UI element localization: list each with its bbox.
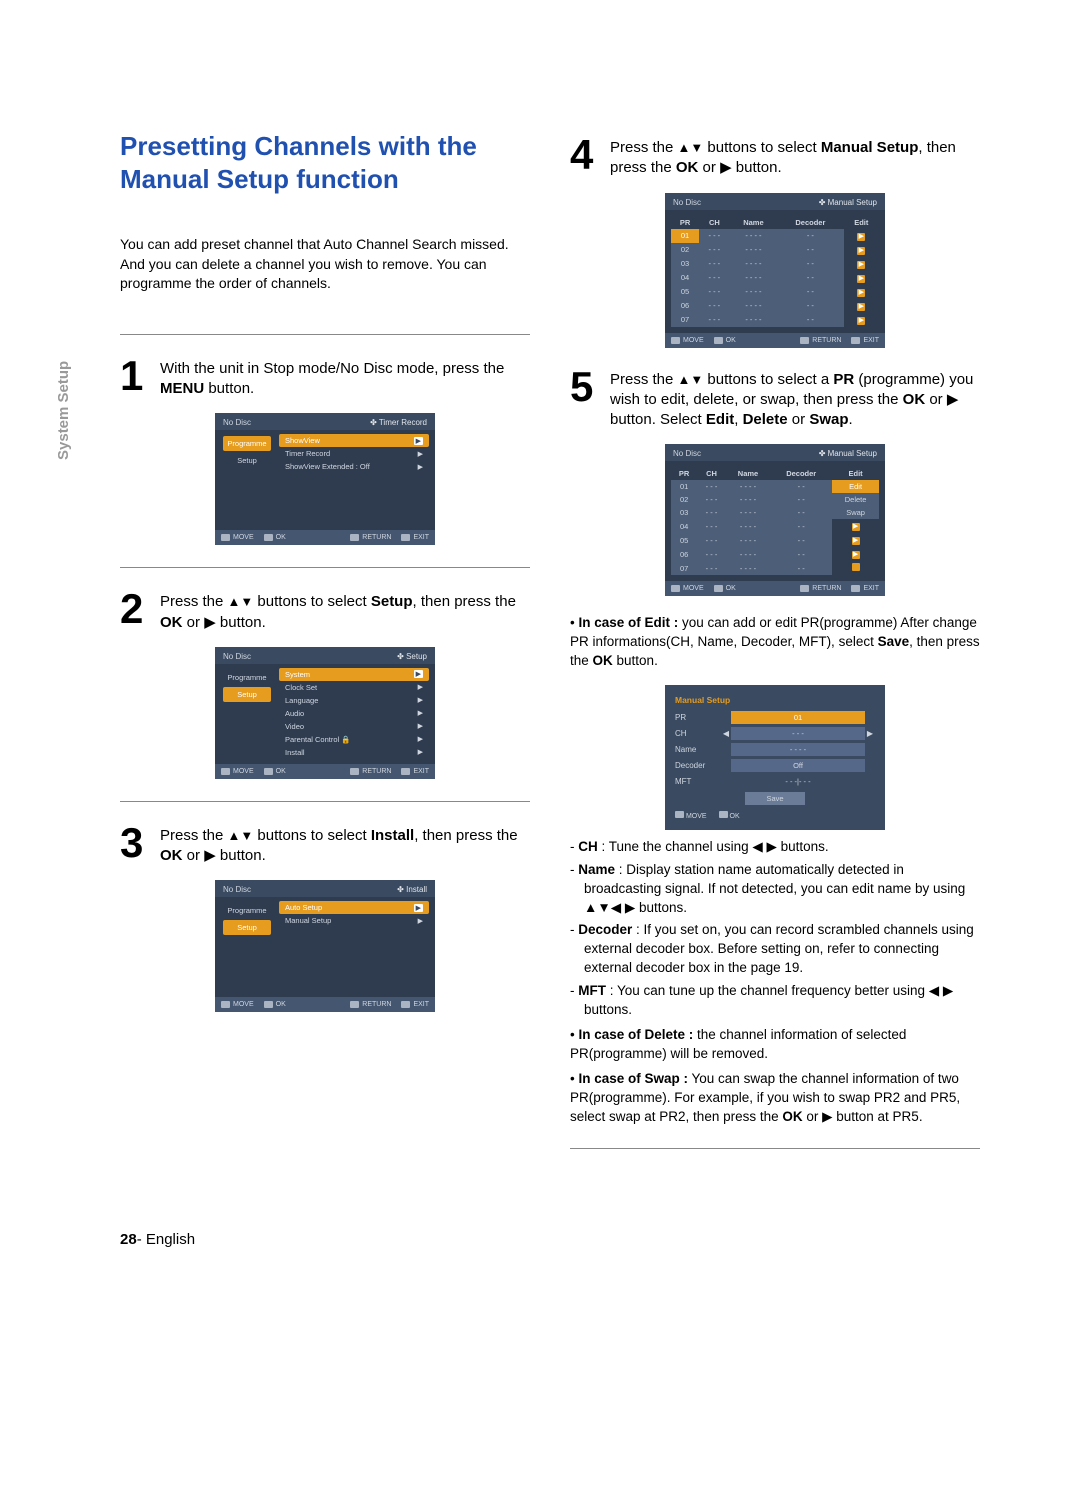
channel-table: PRCHNameDecoderEdit 01- - -- - - -- -Edi…: [671, 467, 879, 575]
step-text: Press the ▲▼ buttons to select Manual Se…: [610, 136, 980, 179]
osd-footer: MOVE OK RETURN EXIT: [215, 997, 435, 1012]
page-title: Presetting Channels with the Manual Setu…: [120, 130, 530, 195]
osd-nodisc: No Disc: [673, 198, 701, 207]
table-row: 05- - -- - - -- -▶: [671, 533, 879, 547]
step-4: 4 Press the ▲▼ buttons to select Manual …: [570, 136, 980, 179]
osd-install: No Disc ✤ Install Programme Setup Auto S…: [215, 880, 435, 1012]
osd-tab-programme: Programme: [223, 903, 271, 918]
osd-footer: MOVE OK RETURN EXIT: [215, 530, 435, 545]
osd-manual-setup-actions: No Disc ✤ Manual Setup PRCHNameDecoderEd…: [665, 444, 885, 596]
table-row: 06- - -- - - -- -▶: [671, 547, 879, 561]
divider: [120, 801, 530, 802]
note-swap: • In case of Swap : You can swap the cha…: [570, 1070, 980, 1127]
divider: [120, 334, 530, 335]
note-edit: • In case of Edit : you can add or edit …: [570, 614, 980, 671]
osd-breadcrumb: ✤ Manual Setup: [819, 198, 877, 207]
osd-item: Parental Control 🔒▶: [279, 733, 429, 746]
osd-item: System▶: [279, 668, 429, 681]
osd-footer: MOVE OK RETURN EXIT: [665, 333, 885, 348]
osd-breadcrumb: ✤ Install: [397, 885, 427, 894]
osd-nodisc: No Disc: [673, 449, 701, 458]
table-row: 01- - -- - - -- -Edit: [671, 480, 879, 493]
osd-tab-setup: Setup: [223, 920, 271, 935]
edit-row-mft: MFT- - -|- - -: [675, 775, 875, 788]
osd-footer: MOVE OK RETURN EXIT: [665, 581, 885, 596]
table-row: 03- - -- - - -- -Swap: [671, 506, 879, 519]
table-row: 07- - -- - - -- -: [671, 561, 879, 575]
step-3: 3 Press the ▲▼ buttons to select Install…: [120, 824, 530, 867]
step-number: 1: [120, 357, 150, 395]
osd-item: Audio▶: [279, 707, 429, 720]
step-text: With the unit in Stop mode/No Disc mode,…: [160, 357, 530, 400]
divider: [120, 567, 530, 568]
table-row: 04- - -- - - -- -▶: [671, 519, 879, 533]
table-row: 03- - -- - - -- -▶: [671, 257, 879, 271]
step-text: Press the ▲▼ buttons to select a PR (pro…: [610, 368, 980, 431]
osd-item: Manual Setup▶: [279, 914, 429, 927]
osd-item: Clock Set▶: [279, 681, 429, 694]
osd-breadcrumb: ✤ Timer Record: [370, 418, 427, 427]
channel-table: PRCHNameDecoderEdit 01- - -- - - -- -▶ 0…: [671, 216, 879, 327]
osd-item: Install▶: [279, 746, 429, 759]
table-row: 07- - -- - - -- -▶: [671, 313, 879, 327]
osd-timer-record: No Disc ✤ Timer Record Programme Setup S…: [215, 413, 435, 545]
osd-breadcrumb: ✤ Manual Setup: [819, 449, 877, 458]
edit-row-ch: CH◀- - -▶: [675, 727, 875, 740]
step-number: 4: [570, 136, 600, 174]
step-text: Press the ▲▼ buttons to select Install, …: [160, 824, 530, 867]
step-number: 3: [120, 824, 150, 862]
note-delete: • In case of Delete : the channel inform…: [570, 1026, 980, 1064]
desc-list: - CH : Tune the channel using ◀ ▶ button…: [570, 838, 980, 1020]
step-1: 1 With the unit in Stop mode/No Disc mod…: [120, 357, 530, 400]
osd-nodisc: No Disc: [223, 418, 251, 427]
edit-row-name: Name- - - -: [675, 743, 875, 756]
osd-edit-footer: MOVE OK: [675, 811, 875, 820]
osd-item: Timer Record▶: [279, 447, 429, 460]
osd-tab-setup: Setup: [223, 453, 271, 468]
table-row: 02- - -- - - -- -Delete: [671, 493, 879, 506]
osd-edit-head: Manual Setup: [675, 695, 875, 705]
step-2: 2 Press the ▲▼ buttons to select Setup, …: [120, 590, 530, 633]
step-5: 5 Press the ▲▼ buttons to select a PR (p…: [570, 368, 980, 431]
intro-text: You can add preset channel that Auto Cha…: [120, 235, 530, 294]
table-row: 01- - -- - - -- -▶: [671, 229, 879, 243]
table-row: 02- - -- - - -- -▶: [671, 243, 879, 257]
side-tab: System Setup: [55, 361, 72, 460]
osd-breadcrumb: ✤ Setup: [397, 652, 427, 661]
osd-setup: No Disc ✤ Setup Programme Setup System▶ …: [215, 647, 435, 779]
osd-manual-setup-list: No Disc ✤ Manual Setup PRCHNameDecoderEd…: [665, 193, 885, 348]
osd-footer: MOVE OK RETURN EXIT: [215, 764, 435, 779]
osd-nodisc: No Disc: [223, 885, 251, 894]
step-number: 5: [570, 368, 600, 406]
osd-item: ShowView▶: [279, 434, 429, 447]
osd-nodisc: No Disc: [223, 652, 251, 661]
table-row: 04- - -- - - -- -▶: [671, 271, 879, 285]
divider: [570, 1148, 980, 1149]
osd-item: ShowView Extended : Off▶: [279, 460, 429, 473]
osd-item: Language▶: [279, 694, 429, 707]
page-footer: 28- English: [120, 1231, 980, 1248]
edit-save: Save: [745, 792, 805, 805]
osd-tab-programme: Programme: [223, 670, 271, 685]
step-number: 2: [120, 590, 150, 628]
osd-tab-programme: Programme: [223, 436, 271, 451]
osd-tab-setup: Setup: [223, 687, 271, 702]
step-text: Press the ▲▼ buttons to select Setup, th…: [160, 590, 530, 633]
edit-row-pr: PR01: [675, 711, 875, 724]
osd-item: Auto Setup▶: [279, 901, 429, 914]
osd-manual-setup-edit: Manual Setup PR01 CH◀- - -▶ Name- - - - …: [665, 685, 885, 830]
osd-item: Video▶: [279, 720, 429, 733]
table-row: 05- - -- - - -- -▶: [671, 285, 879, 299]
table-row: 06- - -- - - -- -▶: [671, 299, 879, 313]
edit-row-decoder: DecoderOff: [675, 759, 875, 772]
